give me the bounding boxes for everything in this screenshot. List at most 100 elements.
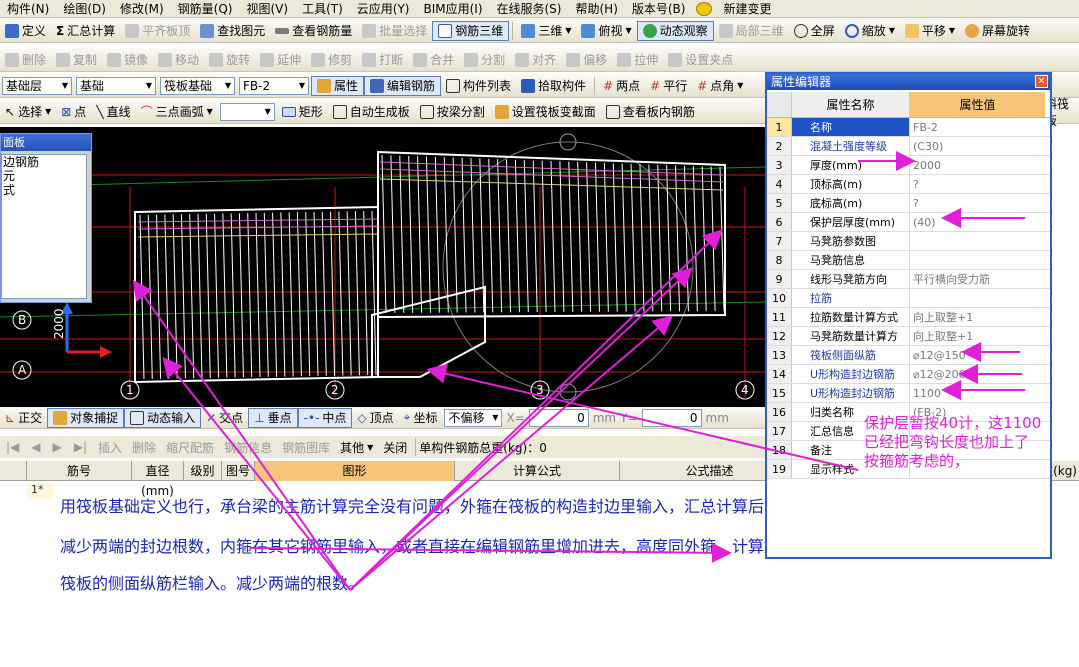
property-value[interactable] [910,232,1045,250]
nav-prev-icon[interactable]: ◀ [31,440,40,454]
menu-cloud[interactable]: 云应用(Y) [350,0,417,17]
other-button[interactable]: 其他 ▼ [335,437,378,457]
offset-select[interactable]: 不偏移 ▼ [444,408,503,427]
menu-bim[interactable]: BIM应用(I) [416,0,489,17]
left-panel-list[interactable]: 边钢筋 元 式 [1,154,87,299]
menu-tools[interactable]: 工具(T) [295,0,350,17]
property-row[interactable]: 6 保护层厚度(mm) (40) [767,213,1050,232]
object-snap-button[interactable]: 对象捕捉 [47,407,125,428]
property-row[interactable]: 11 拉筋数量计算方式 向上取整+1 [767,308,1050,327]
rotate-button[interactable]: 旋转 [204,50,255,70]
set-variable-section-button[interactable]: 设置筏板变截面 [490,102,601,122]
break-button[interactable]: 打断 [357,50,408,70]
property-value[interactable]: (40) [910,213,1045,231]
view-slab-rebar-button[interactable]: 查看板内钢筋 [601,102,700,122]
property-row[interactable]: 14 U形构造封边钢筋 ⌀12@200 [767,365,1050,384]
ortho-button[interactable]: ⊾ 正交 [0,408,47,428]
property-value[interactable]: ⌀12@150 [910,346,1045,364]
insert-button[interactable]: 插入 [93,437,127,457]
pick-component-button[interactable]: 拾取构件 [516,76,591,96]
property-value[interactable]: 平行横向受力筋 [910,270,1045,288]
x-input[interactable]: 0 [528,408,589,427]
menu-component[interactable]: 构件(N) [0,0,56,17]
vertex-button[interactable]: ◇ 顶点 [352,408,398,428]
parallel-button[interactable]: # 平行 [645,76,692,96]
auto-gen-slab-button[interactable]: 自动生成板 [328,102,415,122]
dynamic-orbit-button[interactable]: 动态观察 [636,20,714,41]
split-by-beam-button[interactable]: 按梁分割 [415,102,490,122]
property-row[interactable]: 3 厚度(mm) 2000 [767,156,1050,175]
line-button[interactable]: ╲ 直线 [91,102,135,122]
midpoint-button[interactable]: -•- 中点 [297,407,353,428]
menu-modify[interactable]: 修改(M) [113,0,171,17]
nav-last-icon[interactable]: ▶| [74,440,87,454]
close-icon[interactable]: ✕ [1035,75,1048,88]
type-select[interactable]: 基础 ▼ [76,76,156,95]
flush-top-button[interactable]: 平齐板顶 [120,21,195,41]
arc-option-select[interactable]: ▼ [219,102,275,121]
copy-button[interactable]: 复制 [51,50,102,70]
align-button[interactable]: 对齐 [510,50,561,70]
menu-draw[interactable]: 绘图(D) [56,0,113,17]
define-button[interactable]: 定义 [0,21,51,41]
property-row[interactable]: 10 拉筋 [767,289,1050,308]
drawing-canvas[interactable]: B 1 2 3 4 A 2000 [0,127,765,407]
zoom-button[interactable]: 缩放 ▼ [840,21,900,41]
rebar-3d-button[interactable]: 钢筋三维 [432,20,510,41]
view-rebar-qty-button[interactable]: 查看钢筋量 [270,21,357,41]
property-row[interactable]: 9 线形马凳筋方向 平行横向受力筋 [767,270,1050,289]
element-select[interactable]: FB-2 ▼ [239,76,309,95]
layer-select[interactable]: 基础层 ▼ [2,76,72,95]
local-3d-button[interactable]: 局部三维 [714,21,789,41]
merge-button[interactable]: 合并 [408,50,459,70]
property-value[interactable] [910,289,1045,307]
property-value[interactable]: FB-2 [910,118,1045,136]
summary-calc-button[interactable]: Σ 汇总计算 [51,21,120,41]
menu-version[interactable]: 版本号(B) [625,0,693,17]
list-item[interactable]: 元 [3,169,86,183]
nav-first-icon[interactable]: |◀ [6,440,19,454]
menu-view[interactable]: 视图(V) [239,0,295,17]
property-value[interactable]: 向上取整+1 [910,327,1045,345]
menu-online[interactable]: 在线服务(S) [490,0,569,17]
menu-help[interactable]: 帮助(H) [568,0,624,17]
category-select[interactable]: 筏板基础 ▼ [160,76,235,95]
row-number[interactable]: 1* [27,483,53,499]
property-row[interactable]: 7 马凳筋参数图 [767,232,1050,251]
property-value[interactable]: ? [910,175,1045,193]
rectangle-button[interactable]: 矩形 [277,102,328,122]
point-angle-button[interactable]: # 点角 ▼ [692,76,748,96]
property-value[interactable]: (C30) [910,137,1045,155]
screen-rotate-button[interactable]: 屏幕旋转 [960,21,1035,41]
property-row[interactable]: 4 顶标高(m)? [767,175,1050,194]
stretch-button[interactable]: 拉伸 [612,50,663,70]
property-row[interactable]: 2 混凝土强度等级 (C30) [767,137,1050,156]
y-input[interactable]: 0 [641,408,702,427]
edit-rebar-button[interactable]: 编辑钢筋 [364,75,442,96]
property-value[interactable]: 1100 [910,384,1045,402]
coordinate-button[interactable]: ⌖ 坐标 [399,408,443,428]
find-element-button[interactable]: 查找图元 [195,21,270,41]
property-value[interactable]: 2000 [910,156,1045,174]
nav-next-icon[interactable]: ▶ [53,440,62,454]
list-item[interactable]: 边钢筋 [3,155,86,169]
split-button[interactable]: 分割 [459,50,510,70]
point-button[interactable]: ⊠ 点 [56,102,91,122]
batch-select-button[interactable]: 批量选择 [357,21,432,41]
move-button[interactable]: 移动 [153,50,204,70]
3d-button[interactable]: 三维 ▼ [516,21,576,41]
property-value[interactable]: ⌀12@200 [910,365,1045,383]
rebar-info-button[interactable]: 钢筋信息 [219,437,277,457]
extend-button[interactable]: 延伸 [255,50,306,70]
select-button[interactable]: ↖ 选择 ▼ [0,102,56,122]
menu-new-change[interactable]: 新建变更 [716,0,778,17]
list-item[interactable]: 式 [3,183,86,197]
property-row[interactable]: 5 底标高(m)? [767,194,1050,213]
property-value[interactable] [910,251,1045,269]
perpendicular-button[interactable]: ⊥ 垂点 [248,407,298,428]
scale-rebar-button[interactable]: 缩尺配筋 [161,437,219,457]
grip-button[interactable]: 设置夹点 [663,50,738,70]
close-button[interactable]: 关闭 [378,437,412,457]
property-value[interactable]: 向上取整+1 [910,308,1045,326]
offset-button[interactable]: 偏移 [561,50,612,70]
